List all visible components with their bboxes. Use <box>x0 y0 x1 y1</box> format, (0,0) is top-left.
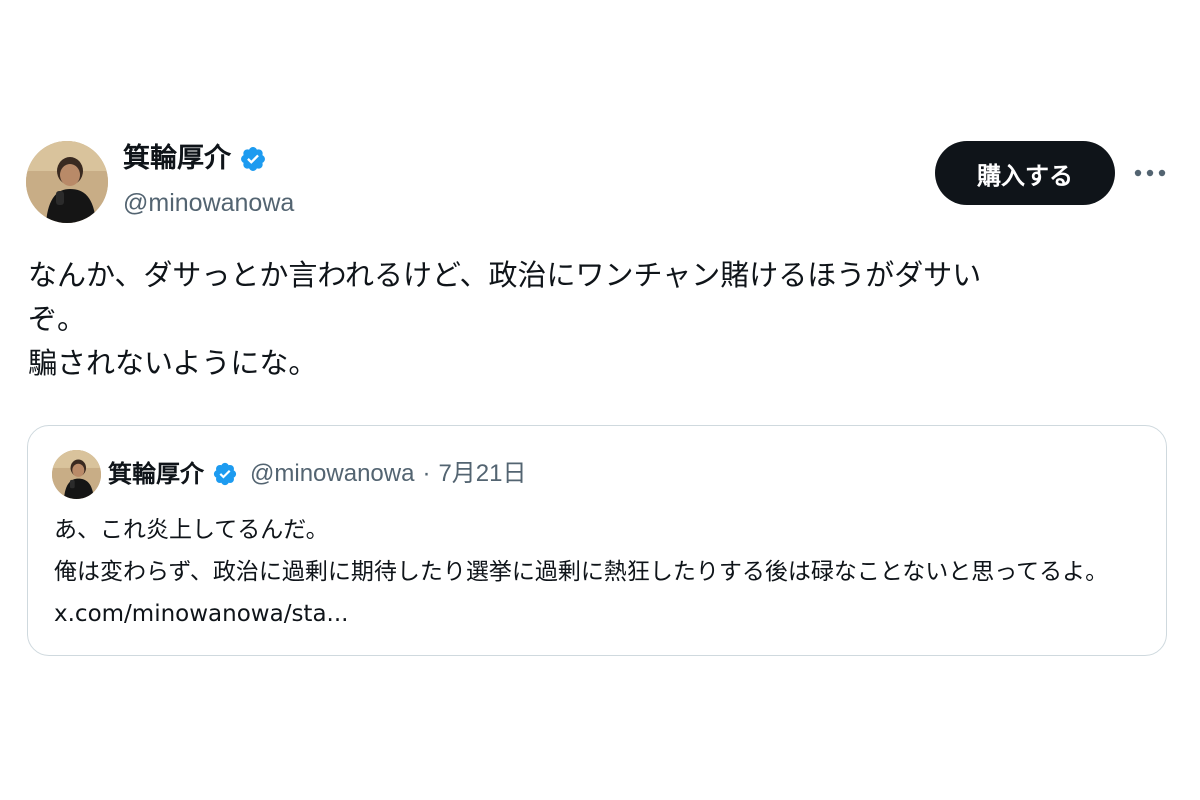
avatar-photo-icon <box>26 141 108 223</box>
quote-text-body: 俺は変わらず、政治に過剰に期待したり選挙に過剰に熱狂したりする後は碌なことないと… <box>54 559 1109 585</box>
header-separator: · <box>422 460 431 487</box>
quote-link[interactable]: x.com/minowanowa/sta... <box>54 601 348 627</box>
quote-header: 箕輪厚介 @minowanowa · 7月21日 <box>108 456 526 492</box>
author-handle[interactable]: @minowanowa <box>123 185 294 221</box>
quote-text: あ、これ炎上してるんだ。 俺は変わらず、政治に過剰に期待したり選挙に過剰に熱狂し… <box>54 509 1149 635</box>
avatar-photo-icon <box>52 450 101 499</box>
author-name-row[interactable]: 箕輪厚介 <box>123 140 267 178</box>
quoted-tweet-card[interactable]: 箕輪厚介 @minowanowa · 7月21日 あ、これ炎上してるんだ。 俺は… <box>27 425 1167 656</box>
quote-text-line: あ、これ炎上してるんだ。 <box>54 517 329 543</box>
more-horizontal-icon <box>1134 169 1166 177</box>
quote-date[interactable]: 7月21日 <box>438 456 526 492</box>
author-name[interactable]: 箕輪厚介 <box>123 140 231 178</box>
quote-author-handle[interactable]: @minowanowa <box>250 456 414 492</box>
more-options-button[interactable] <box>1130 156 1170 190</box>
quote-text-body-wrap: 俺は変わらず、政治に過剰に期待したり選挙に過剰に熱狂したりする後は碌なことないと… <box>54 551 1149 635</box>
quote-author-name[interactable]: 箕輪厚介 <box>108 456 204 492</box>
verified-badge-icon <box>239 145 267 173</box>
quote-author-avatar[interactable] <box>52 450 101 499</box>
author-avatar[interactable] <box>26 141 108 223</box>
verified-badge-icon <box>212 461 238 487</box>
tweet-text: なんか、ダサっとか言われるけど、政治にワンチャン賭けるほうがダサい ぞ。 騙され… <box>28 258 982 380</box>
buy-button[interactable]: 購入する <box>935 141 1115 205</box>
